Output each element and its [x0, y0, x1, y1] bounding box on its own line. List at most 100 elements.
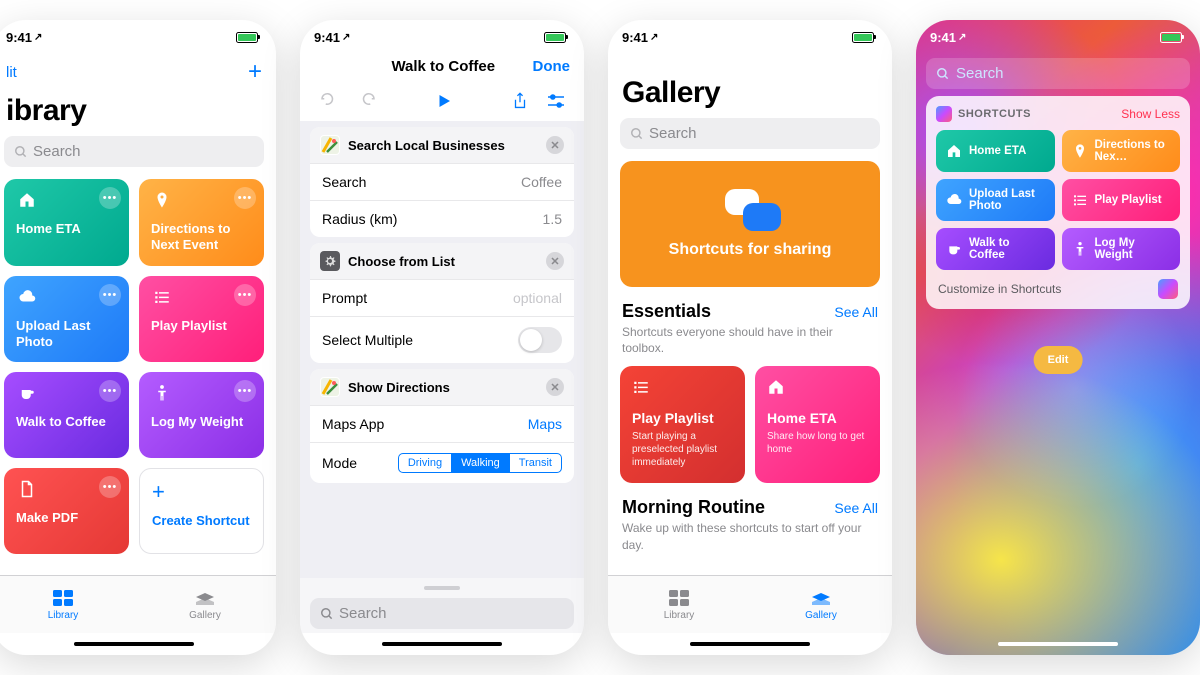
home-indicator[interactable]: [916, 633, 1200, 655]
shortcuts-widget: SHORTCUTS Show Less Home ETADirections t…: [926, 96, 1190, 309]
gallery-icon: [193, 588, 217, 608]
page-title: ibrary: [0, 94, 276, 136]
action-row[interactable]: Promptoptional: [310, 279, 574, 316]
shortcut-tile[interactable]: •••Make PDF: [4, 468, 129, 554]
search-input[interactable]: Search: [620, 118, 880, 149]
tile-menu-icon[interactable]: •••: [99, 187, 121, 209]
status-time: 9:41: [930, 30, 956, 45]
spotlight-search[interactable]: Search: [926, 58, 1190, 89]
tile-menu-icon[interactable]: •••: [234, 187, 256, 209]
tab-gallery[interactable]: Gallery: [750, 576, 892, 633]
status-bar: 9:41↗: [916, 20, 1200, 54]
widget-tile[interactable]: Directions to Nex…: [1062, 130, 1181, 172]
cloud-icon: [16, 286, 38, 308]
screen-library: 9:41↗ lit + ibrary Search •••Home ETA•••…: [0, 20, 276, 655]
home-indicator[interactable]: [0, 633, 276, 655]
plus-icon: +: [152, 479, 251, 505]
list-icon: [1072, 192, 1088, 208]
shortcut-tile[interactable]: •••Walk to Coffee: [4, 372, 129, 458]
tile-menu-icon[interactable]: •••: [99, 476, 121, 498]
search-icon: [320, 607, 334, 621]
settings-icon[interactable]: [546, 91, 566, 111]
edit-widgets-button[interactable]: Edit: [1034, 346, 1083, 374]
widget-tile[interactable]: Walk to Coffee: [936, 228, 1055, 270]
done-button[interactable]: Done: [533, 58, 571, 75]
search-icon: [630, 127, 644, 141]
delete-action-icon[interactable]: ✕: [546, 136, 564, 154]
shortcut-tile[interactable]: ••• Directions to Next Event: [139, 179, 264, 266]
shortcut-grid: •••Home ETA•••Directions to Next Event••…: [0, 179, 276, 554]
battery-icon: [544, 32, 566, 43]
see-all-link[interactable]: See All: [834, 500, 878, 516]
action-row[interactable]: Maps AppMaps: [310, 405, 574, 442]
shortcuts-app-icon: [1158, 279, 1178, 299]
segmented-control[interactable]: DrivingWalkingTransit: [398, 453, 562, 473]
add-button[interactable]: +: [248, 58, 262, 86]
tab-gallery[interactable]: Gallery: [134, 576, 276, 633]
widget-tile[interactable]: Play Playlist: [1062, 179, 1181, 221]
action-row[interactable]: SearchCoffee: [310, 163, 574, 200]
section-essentials: Essentials See All: [608, 301, 892, 324]
doc-icon: [16, 478, 38, 500]
list-icon: [632, 378, 654, 400]
widget-tile[interactable]: Upload Last Photo: [936, 179, 1055, 221]
home-indicator[interactable]: [300, 633, 584, 655]
tile-menu-icon[interactable]: •••: [234, 380, 256, 402]
widget-footer[interactable]: Customize in Shortcuts: [936, 279, 1180, 299]
tile-label: Play Playlist: [151, 318, 252, 334]
redo-icon[interactable]: [358, 91, 378, 111]
gallery-card[interactable]: Home ETAShare how long to get home: [755, 366, 880, 483]
gallery-icon: [809, 588, 833, 608]
action-header: Choose from List✕: [310, 243, 574, 279]
nav-header: Walk to Coffee Done: [300, 54, 584, 83]
gallery-content: Shortcuts for sharing Essentials See All…: [608, 161, 892, 575]
tile-menu-icon[interactable]: •••: [99, 284, 121, 306]
shortcut-tile[interactable]: •••Home ETA: [4, 179, 129, 266]
create-shortcut-tile[interactable]: +Create Shortcut: [139, 468, 264, 554]
action-search[interactable]: Search: [310, 598, 574, 629]
tab-library[interactable]: Library: [608, 576, 750, 633]
shortcut-tile[interactable]: •••Upload Last Photo: [4, 276, 129, 363]
toggle-switch[interactable]: [518, 327, 562, 353]
show-less-link[interactable]: Show Less: [1121, 107, 1180, 121]
delete-action-icon[interactable]: ✕: [546, 252, 564, 270]
location-icon: ↗: [650, 32, 658, 43]
tab-library[interactable]: Library: [0, 576, 134, 633]
shortcut-tile[interactable]: ••• Play Playlist: [139, 276, 264, 363]
page-title: Gallery: [608, 76, 892, 118]
drawer-grabber[interactable]: [424, 586, 460, 590]
status-bar: 9:41↗: [300, 20, 584, 54]
shortcut-tile[interactable]: •••Log My Weight: [139, 372, 264, 458]
sharing-banner[interactable]: Shortcuts for sharing: [620, 161, 880, 287]
home-icon: [946, 143, 962, 159]
status-bar: 9:41↗: [608, 20, 892, 54]
nav-header: lit +: [0, 54, 276, 94]
widget-tile[interactable]: Log My Weight: [1062, 228, 1181, 270]
widget-tile[interactable]: Home ETA: [936, 130, 1055, 172]
gallery-card[interactable]: Play PlaylistStart playing a preselected…: [620, 366, 745, 483]
tile-label: Directions to Next Event: [151, 221, 252, 254]
status-bar: 9:41↗: [0, 20, 276, 54]
action-card: Choose from List✕PromptoptionalSelect Mu…: [310, 243, 574, 363]
undo-icon[interactable]: [318, 91, 338, 111]
tile-menu-icon[interactable]: •••: [99, 380, 121, 402]
location-icon: ↗: [34, 32, 42, 43]
screen-editor: 9:41↗ Walk to Coffee Done Search Local B…: [300, 20, 584, 655]
action-card: Search Local Businesses✕SearchCoffeeRadi…: [310, 127, 574, 237]
home-indicator[interactable]: [608, 633, 892, 655]
body-icon: [151, 382, 173, 404]
edit-button[interactable]: lit: [6, 64, 17, 81]
play-button[interactable]: [434, 91, 454, 111]
actions-drawer[interactable]: Search: [300, 578, 584, 633]
see-all-link[interactable]: See All: [834, 304, 878, 320]
delete-action-icon[interactable]: ✕: [546, 378, 564, 396]
editor-toolbar: [300, 83, 584, 121]
share-icon[interactable]: [510, 91, 530, 111]
action-header: Show Directions✕: [310, 369, 574, 405]
search-input[interactable]: Search: [4, 136, 264, 167]
pin-icon: [151, 189, 173, 211]
status-time: 9:41: [622, 30, 648, 45]
home-icon: [16, 189, 38, 211]
action-row[interactable]: Radius (km)1.5: [310, 200, 574, 237]
tile-menu-icon[interactable]: •••: [234, 284, 256, 306]
